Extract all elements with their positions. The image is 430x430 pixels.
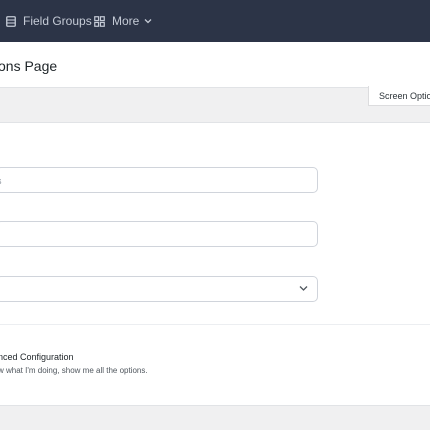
nav-item-field-groups-label: Field Groups	[23, 14, 92, 28]
page-header: ons Page	[0, 42, 430, 88]
screen-options-button[interactable]: Screen Option	[368, 86, 430, 106]
advanced-configuration-description: w what I'm doing, show me all the option…	[0, 366, 148, 375]
field-groups-icon	[6, 15, 16, 27]
nav-item-more[interactable]: More	[94, 0, 152, 42]
text-field-2[interactable]	[0, 221, 318, 247]
chevron-down-icon	[144, 19, 152, 24]
grid-icon	[94, 15, 105, 27]
screen-options-strip	[0, 88, 430, 122]
advanced-configuration-title: nced Configuration	[0, 352, 74, 362]
chevron-down-icon	[299, 286, 308, 291]
page-title: ons Page	[0, 58, 58, 74]
select-field[interactable]	[0, 276, 318, 302]
top-navigation-bar: Field Groups More	[0, 0, 430, 42]
section-divider	[0, 324, 430, 325]
nav-item-more-label: More	[112, 14, 140, 28]
settings-panel	[0, 122, 430, 406]
text-field-1[interactable]: s	[0, 167, 318, 193]
nav-item-field-groups[interactable]: Field Groups	[6, 0, 92, 42]
